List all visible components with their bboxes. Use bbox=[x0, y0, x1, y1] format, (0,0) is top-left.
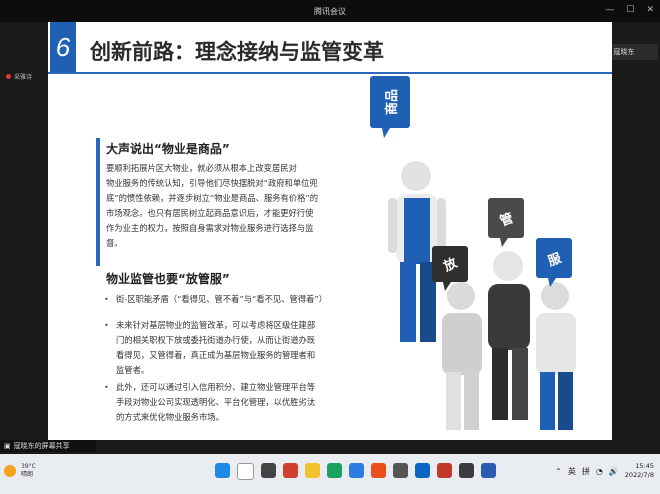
close-icon[interactable]: ✕ bbox=[646, 5, 654, 15]
section1-paragraph: 要顺利拓展片区大物业，就必须从根本上改变居民对 物业服务的传统认知，引导他们尽快… bbox=[106, 161, 346, 251]
settings-icon[interactable] bbox=[393, 463, 408, 478]
section1-accent-bar bbox=[96, 138, 100, 266]
slide-number: 6 bbox=[50, 22, 76, 72]
chevron-up-icon[interactable]: ⌃ bbox=[555, 467, 562, 476]
right-video-panel bbox=[612, 22, 660, 454]
meeting-app-icon[interactable] bbox=[415, 463, 430, 478]
wifi-icon[interactable]: ◔ bbox=[596, 467, 603, 476]
tray-lang[interactable]: 英 bbox=[568, 466, 576, 477]
left-video-panel: 采雅诗 bbox=[0, 22, 48, 454]
window-title: 腾讯会议 bbox=[314, 7, 346, 16]
section1-heading: 大声说出“物业是商品” bbox=[106, 142, 230, 156]
tray-ime[interactable]: 拼 bbox=[582, 466, 590, 477]
para-line: 底”的惯性依赖，并逐步树立“物业是商品、服务有价格”的 bbox=[106, 193, 319, 203]
bullet-line: 未来针对基层物业的监管改革，可以考虑将区级住建部 bbox=[116, 320, 316, 330]
minimize-icon[interactable]: — bbox=[605, 5, 614, 15]
bullet-line: 门的相关职权下放或委托街道办行使，从而让街道办既 bbox=[116, 335, 316, 345]
mic-muted-icon bbox=[6, 74, 11, 79]
bullet-line: 监管者。 bbox=[116, 365, 150, 375]
bullet-3: 此外，还可以通过引入信用积分、建立物业管理平台等 手段对物业公司实现透明化、平台… bbox=[104, 380, 356, 425]
bullet-line: 此外，还可以通过引入信用积分、建立物业管理平台等 bbox=[116, 382, 316, 392]
windows-start-icon[interactable] bbox=[215, 463, 230, 478]
file-explorer-icon[interactable] bbox=[305, 463, 320, 478]
person-commodity: 商品 bbox=[370, 76, 446, 342]
bullet-1-text: 街-区职能矛盾（“看得见、管不着”与“看不见、管得着”） bbox=[116, 294, 328, 304]
para-line: 要顺利拓展片区大物业，就必须从根本上改变居民对 bbox=[106, 163, 297, 173]
taskbar: 39°C 晴朗 ⌃ 英 拼 ◔ 🔊 15:45 2022/7/8 bbox=[0, 454, 660, 494]
window-controls: — ☐ ✕ bbox=[605, 5, 654, 15]
system-tray: ⌃ 英 拼 ◔ 🔊 15:45 2022/7/8 bbox=[555, 462, 654, 480]
clock-time: 15:45 bbox=[635, 462, 654, 470]
person-guan: 管 bbox=[488, 198, 530, 420]
left-speaker: 采雅诗 bbox=[6, 72, 32, 81]
search-icon[interactable] bbox=[237, 463, 254, 480]
pdf-app-icon[interactable] bbox=[283, 463, 298, 478]
terminal-icon[interactable] bbox=[459, 463, 474, 478]
person-fu: 服 bbox=[536, 238, 576, 430]
bullet-line: 的方式来优化物业服务市场。 bbox=[116, 412, 224, 422]
left-speaker-label: 采雅诗 bbox=[14, 74, 33, 81]
clock-date: 2022/7/8 bbox=[624, 471, 654, 479]
bullet-1: 街-区职能矛盾（“看得见、管不着”与“看不见、管得着”） bbox=[104, 292, 366, 307]
bullet-line: 看得见，又管得着，真正成为基层物业服务的管理者和 bbox=[116, 350, 316, 360]
section2-heading: 物业监管也要“放管服” bbox=[106, 272, 230, 286]
screen-share-label[interactable]: ▣ 寇晓东的屏幕共享 bbox=[0, 440, 96, 452]
browser-icon[interactable] bbox=[349, 463, 364, 478]
weather-widget[interactable]: 39°C 晴朗 bbox=[4, 463, 36, 479]
para-line: 物业服务的传统认知，引导他们尽快摆脱对“政府和单位兜 bbox=[106, 178, 318, 188]
wechat-icon[interactable] bbox=[327, 463, 342, 478]
speaker-icon[interactable]: 🔊 bbox=[609, 467, 619, 476]
task-view-icon[interactable] bbox=[261, 463, 276, 478]
wps-icon[interactable] bbox=[437, 463, 452, 478]
screen-share-icon: ▣ bbox=[4, 442, 11, 450]
screen-share-text: 寇晓东的屏幕共享 bbox=[13, 442, 70, 450]
tencent-meeting-icon[interactable] bbox=[481, 463, 496, 478]
taskbar-apps bbox=[215, 463, 496, 480]
para-line: 督。 bbox=[106, 238, 123, 248]
bullet-line: 手段对物业公司实现透明化、平台化管理，以优胜劣汰 bbox=[116, 397, 316, 407]
para-line: 市场观念。也只有居民树立起商品意识后，才能更好行使 bbox=[106, 208, 314, 218]
para-line: 作为业主的权力，按照自身需求对物业服务进行选择与监 bbox=[106, 223, 314, 233]
media-player-icon[interactable] bbox=[371, 463, 386, 478]
weather-temp: 39°C bbox=[21, 463, 36, 470]
sun-icon bbox=[4, 465, 16, 477]
maximize-icon[interactable]: ☐ bbox=[626, 5, 634, 15]
person-fang: 放 bbox=[432, 246, 482, 430]
people-illustration: 商品 放 管 服 bbox=[370, 76, 576, 430]
shared-slide: 6 创新前路：理念接纳与监管变革 大声说出“物业是商品” 要顺利拓展片区大物业，… bbox=[48, 22, 612, 440]
clock[interactable]: 15:45 2022/7/8 bbox=[625, 462, 654, 480]
weather-desc: 晴朗 bbox=[21, 471, 34, 478]
bubble-commodity-text: 商品 bbox=[384, 89, 400, 115]
slide-title: 创新前路：理念接纳与监管变革 bbox=[90, 41, 384, 64]
bullet-2: 未来针对基层物业的监管改革，可以考虑将区级住建部 门的相关职权下放或委托街道办行… bbox=[104, 318, 356, 378]
window-titlebar: 腾讯会议 — ☐ ✕ bbox=[0, 0, 660, 22]
